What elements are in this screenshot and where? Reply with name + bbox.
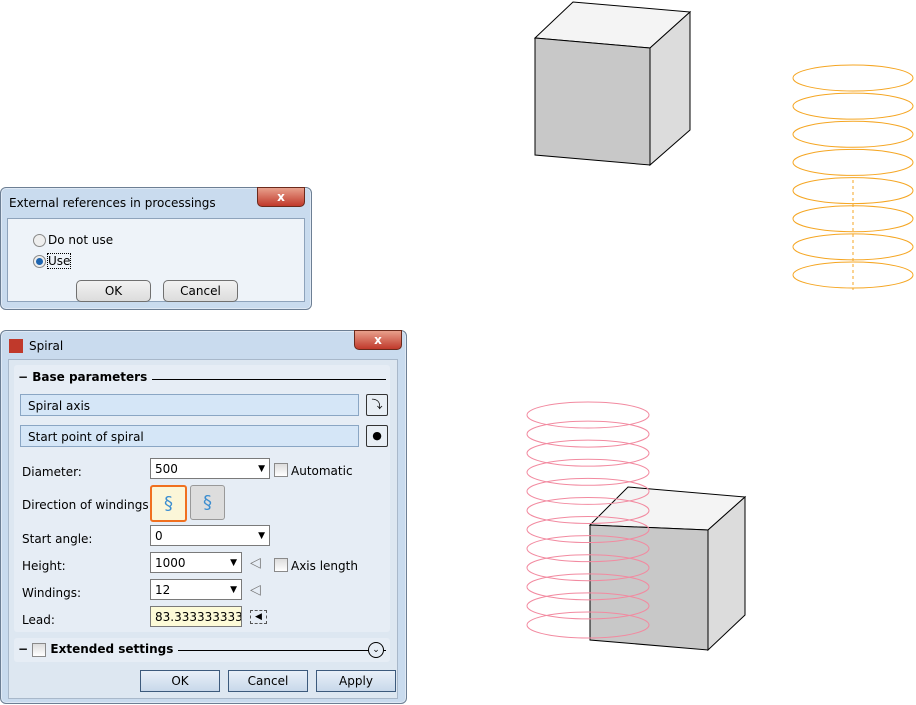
automatic-checkbox[interactable] — [274, 463, 288, 477]
spiral-winding — [526, 420, 650, 448]
height-value: 1000 — [155, 556, 186, 570]
spiral-winding — [792, 148, 914, 176]
height-combo[interactable]: 1000 ▼ — [150, 552, 242, 573]
chevron-down-icon: ▼ — [230, 585, 237, 595]
spiral-axis-field[interactable]: Spiral axis — [20, 394, 359, 416]
lock-arrow-icon[interactable]: ◁ — [250, 582, 261, 598]
close-button[interactable]: x — [257, 187, 305, 207]
axis-length-checkbox[interactable] — [274, 558, 288, 572]
clockwise-winding-button[interactable]: § — [150, 485, 187, 522]
extended-settings-label: Extended settings — [50, 642, 174, 656]
radio-label: Do not use — [48, 233, 114, 247]
base-parameters-panel: − Base parameters Spiral axis ⤵ Start po… — [14, 365, 390, 632]
lock-lead-icon[interactable]: ◀ — [250, 610, 267, 624]
diameter-label: Diameter: — [22, 465, 82, 479]
spiral-dialog: Spiral x − Base parameters Spiral axis ⤵… — [0, 330, 407, 704]
dialog-title: External references in processings — [9, 196, 216, 210]
cancel-button[interactable]: Cancel — [228, 670, 308, 692]
apply-button[interactable]: Apply — [316, 670, 396, 692]
select-axis-icon[interactable]: ⤵ — [366, 394, 388, 416]
close-button[interactable]: x — [354, 330, 402, 350]
radio-do-not-use[interactable] — [33, 234, 46, 247]
cube-bottom — [588, 486, 747, 652]
windings-combo[interactable]: 12 ▼ — [150, 579, 242, 600]
spiral-winding — [526, 458, 650, 486]
chevron-down-icon: ▼ — [258, 531, 265, 541]
diameter-value: 500 — [155, 462, 178, 476]
axis-length-label: Axis length — [291, 559, 358, 573]
windings-value: 12 — [155, 583, 171, 597]
lead-field[interactable]: 83.3333333333 — [150, 606, 242, 627]
extended-settings-checkbox[interactable] — [32, 642, 47, 657]
start-point-field[interactable]: Start point of spiral — [20, 425, 359, 447]
radio-use[interactable] — [33, 255, 46, 268]
app-icon — [9, 339, 23, 353]
spiral-winding — [792, 120, 914, 148]
windings-label: Windings: — [22, 586, 82, 600]
radio-label: Use — [46, 253, 72, 269]
chevron-down-icon: ▼ — [230, 558, 237, 568]
direction-label: Direction of windings: — [22, 498, 153, 512]
chevron-down-icon: ▼ — [258, 464, 265, 474]
cube-top — [533, 1, 692, 167]
extended-settings-panel: − Extended settings ⌄ — [14, 638, 390, 662]
diameter-combo[interactable]: 500 ▼ — [150, 458, 270, 479]
start-angle-combo[interactable]: 0 ▼ — [150, 525, 270, 546]
lead-label: Lead: — [22, 613, 55, 627]
start-angle-label: Start angle: — [22, 532, 93, 546]
select-point-icon[interactable]: ● — [366, 425, 388, 447]
spiral-winding — [526, 439, 650, 467]
ok-button[interactable]: OK — [76, 280, 151, 302]
expand-chevron-icon[interactable]: ⌄ — [368, 642, 384, 658]
external-references-dialog: External references in processings x Do … — [0, 187, 312, 310]
height-label: Height: — [22, 559, 66, 573]
cancel-button[interactable]: Cancel — [163, 280, 238, 302]
section-title: Base parameters — [32, 370, 148, 384]
automatic-label: Automatic — [291, 464, 353, 478]
lock-arrow-icon[interactable]: ◁ — [250, 555, 261, 571]
spiral-winding — [526, 401, 650, 429]
spiral-winding — [792, 64, 914, 92]
dialog-title: Spiral — [29, 339, 64, 353]
spiral-winding — [792, 92, 914, 120]
start-angle-value: 0 — [155, 529, 163, 543]
ok-button[interactable]: OK — [140, 670, 220, 692]
counterclockwise-winding-button[interactable]: § — [190, 485, 225, 520]
